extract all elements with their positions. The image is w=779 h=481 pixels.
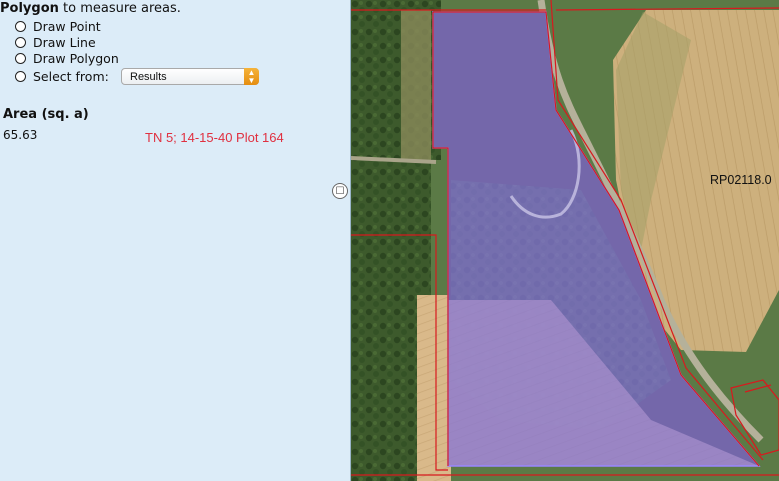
select-from-option[interactable]: Select from: xyxy=(15,69,109,84)
area-header: Area (sq. a) xyxy=(3,107,89,122)
satellite-map[interactable] xyxy=(351,0,779,481)
field-strip xyxy=(401,10,431,160)
selected-plot-label: TN 5; 14-15-40 Plot 164 xyxy=(145,130,284,145)
parcel-label: RP02118.0 xyxy=(710,173,772,187)
draw-line-option[interactable]: Draw Line xyxy=(15,35,96,50)
select-from-value: Results xyxy=(130,71,167,83)
instructions-text: to measure areas. xyxy=(58,1,181,16)
measure-instructions: Polygon to measure areas. xyxy=(0,1,181,16)
draw-polygon-radio[interactable] xyxy=(15,53,26,64)
active-tool-name: Polygon xyxy=(0,1,59,16)
draw-line-label: Draw Line xyxy=(33,35,96,50)
select-from-radio[interactable] xyxy=(15,71,26,82)
draw-polygon-option[interactable]: Draw Polygon xyxy=(15,51,119,66)
map-view[interactable]: RP02118.0 xyxy=(351,0,779,481)
panel-toggle-button[interactable]: ☐ xyxy=(332,183,348,199)
updown-chevron-icon: ▲ ▼ xyxy=(244,68,259,85)
select-from-label: Select from: xyxy=(33,69,109,84)
draw-line-radio[interactable] xyxy=(15,37,26,48)
select-from-dropdown[interactable]: Results ▲ ▼ xyxy=(121,68,259,85)
area-value: 65.63 xyxy=(3,128,38,142)
draw-point-radio[interactable] xyxy=(15,21,26,32)
draw-point-option[interactable]: Draw Point xyxy=(15,19,101,34)
draw-polygon-label: Draw Polygon xyxy=(33,51,119,66)
crop-field xyxy=(417,295,451,481)
draw-point-label: Draw Point xyxy=(33,19,101,34)
square-icon: ☐ xyxy=(335,186,345,197)
measure-panel: Polygon to measure areas. Draw Point Dra… xyxy=(0,0,351,481)
